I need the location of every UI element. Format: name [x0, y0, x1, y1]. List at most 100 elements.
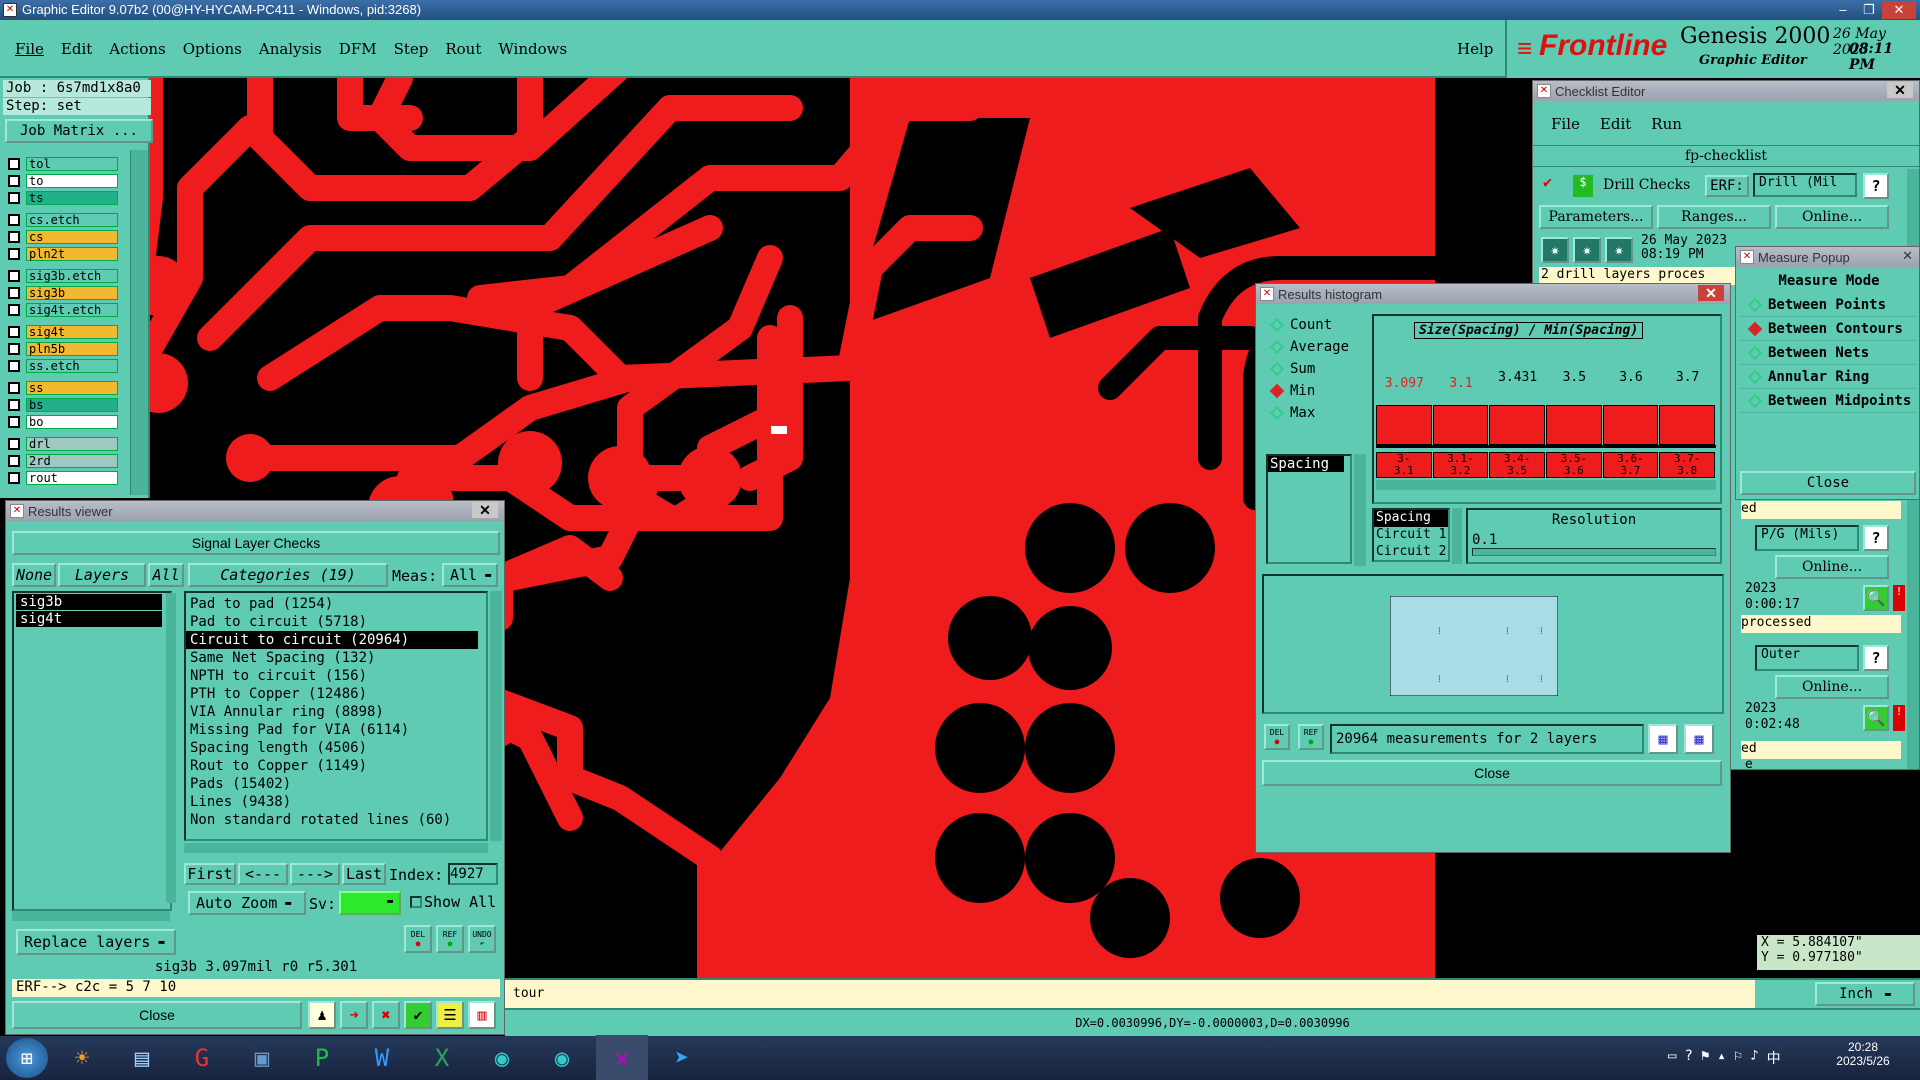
menu-step[interactable]: Step: [394, 40, 429, 58]
histogram-close-button[interactable]: Close: [1262, 760, 1722, 786]
menu-file[interactable]: File: [15, 40, 44, 58]
layer-row[interactable]: to: [0, 173, 128, 188]
layer-name[interactable]: to: [26, 173, 118, 188]
layer-row[interactable]: tol: [0, 156, 128, 171]
histogram-bar[interactable]: [1602, 405, 1659, 445]
category-item[interactable]: Pad to pad (1254): [186, 595, 486, 613]
stat-option[interactable]: Sum: [1262, 358, 1362, 380]
layer-row[interactable]: pln2t: [0, 246, 128, 261]
person-icon[interactable]: ♟: [308, 1001, 336, 1029]
layer-row[interactable]: 2rd: [0, 453, 128, 468]
menu-options[interactable]: Options: [183, 40, 242, 58]
menu-windows[interactable]: Windows: [498, 40, 567, 58]
excel-icon[interactable]: X: [416, 1035, 468, 1080]
genesis-icon[interactable]: ◉: [536, 1035, 588, 1080]
prev-button[interactable]: <---: [238, 863, 288, 885]
layer-checkbox[interactable]: [8, 230, 20, 243]
arrow-up-icon[interactable]: ▴: [1717, 1048, 1725, 1068]
radio-icon[interactable]: [1269, 317, 1285, 333]
category-item[interactable]: Spacing length (4506): [186, 739, 486, 757]
layer-row[interactable]: ss.etch: [0, 358, 128, 373]
category-item[interactable]: NPTH to circuit (156): [186, 667, 486, 685]
parameters-button[interactable]: Parameters...: [1539, 205, 1653, 229]
next-button[interactable]: --->: [290, 863, 340, 885]
pads-icon[interactable]: P: [296, 1035, 348, 1080]
layer-row[interactable]: cs: [0, 229, 128, 244]
layer-name[interactable]: 2rd: [26, 453, 118, 468]
layer-row[interactable]: bo: [0, 414, 128, 429]
histogram-bar[interactable]: [1659, 405, 1715, 445]
clock[interactable]: 20:28 2023/5/26: [1828, 1040, 1898, 1068]
chart-view-icon[interactable]: ▦: [1648, 724, 1678, 754]
start-button[interactable]: ⊞: [6, 1038, 48, 1078]
radio-icon[interactable]: [1269, 383, 1285, 399]
layer-row[interactable]: bs: [0, 397, 128, 412]
last-button[interactable]: Last: [342, 863, 386, 885]
layer-checkbox[interactable]: [8, 437, 20, 450]
category-item[interactable]: Pads (15402): [186, 775, 486, 793]
radio-icon[interactable]: [1269, 339, 1285, 355]
job-matrix-button[interactable]: Job Matrix ...: [5, 119, 153, 143]
help-button[interactable]: ?: [1863, 173, 1889, 199]
layer-name[interactable]: pln5b: [26, 341, 118, 356]
foxit-icon[interactable]: G: [176, 1035, 228, 1080]
layer-name[interactable]: bo: [26, 414, 118, 429]
help-button[interactable]: ?: [1863, 645, 1889, 671]
menu-edit[interactable]: Edit: [61, 40, 92, 58]
layer-row[interactable]: ss: [0, 380, 128, 395]
index-input[interactable]: [448, 863, 498, 885]
layer-checkbox[interactable]: [8, 286, 20, 299]
del-button[interactable]: DEL●: [1264, 724, 1290, 750]
units-dropdown[interactable]: Inch ▬: [1815, 982, 1915, 1006]
cross-icon[interactable]: ✖: [372, 1001, 400, 1029]
stat-option[interactable]: Count: [1262, 314, 1362, 336]
measure-mode-option[interactable]: Between Nets: [1740, 341, 1916, 365]
layer-name[interactable]: ss: [26, 380, 118, 395]
menu-analysis[interactable]: Analysis: [259, 40, 322, 58]
layer-checkbox[interactable]: [8, 415, 20, 428]
category-item[interactable]: Non standard rotated lines (60): [186, 811, 486, 829]
ranges-button[interactable]: Ranges...: [1657, 205, 1771, 229]
checklist-menu-file[interactable]: File: [1551, 115, 1580, 133]
radio-icon[interactable]: [1747, 321, 1763, 336]
layer-name[interactable]: cs: [26, 229, 118, 244]
severity-color-dropdown[interactable]: ▬: [339, 891, 401, 915]
layer-hscrollbar[interactable]: [12, 911, 170, 921]
layer-checkbox[interactable]: [8, 398, 20, 411]
layer-checkbox[interactable]: [8, 191, 20, 204]
arrow-icon[interactable]: ➜: [340, 1001, 368, 1029]
report-icon[interactable]: ☰: [436, 1001, 464, 1029]
radio-icon[interactable]: [1747, 393, 1763, 408]
speaker-icon[interactable]: ♪: [1750, 1048, 1758, 1068]
layer-list-scrollbar[interactable]: [166, 593, 176, 903]
category-item[interactable]: Pad to circuit (5718): [186, 613, 486, 631]
histogram-bar[interactable]: [1489, 405, 1545, 445]
flag-icon[interactable]: ⚐: [1734, 1048, 1742, 1068]
category-list[interactable]: Pad to pad (1254) Pad to circuit (5718) Ci…: [184, 591, 488, 841]
attribute-scrollbar[interactable]: [1452, 508, 1462, 564]
radio-icon[interactable]: [1747, 369, 1763, 384]
close-icon[interactable]: ✕: [1698, 285, 1724, 301]
outer-field[interactable]: Outer: [1755, 645, 1859, 671]
categories-button[interactable]: Categories (19): [188, 563, 388, 587]
measure-mode-option[interactable]: Between Midpoints: [1740, 389, 1916, 413]
run-icon[interactable]: ✷: [1573, 237, 1601, 263]
check-icon[interactable]: ✔: [404, 1001, 432, 1029]
stat-option[interactable]: Average: [1262, 336, 1362, 358]
menu-actions[interactable]: Actions: [109, 40, 165, 58]
network-icon[interactable]: ▭: [1668, 1048, 1676, 1068]
layer-name[interactable]: ss.etch: [26, 358, 118, 373]
layer-name[interactable]: ts: [26, 190, 118, 205]
erf-value-field[interactable]: Drill (Mil: [1753, 173, 1857, 197]
zoom-icon[interactable]: 🔍: [1863, 585, 1889, 611]
chart-icon[interactable]: ▥: [468, 1001, 496, 1029]
category-item[interactable]: Circuit to circuit (20964): [186, 631, 478, 649]
xterm-icon[interactable]: ✕: [596, 1035, 648, 1080]
chart-hscrollbar[interactable]: [1376, 480, 1716, 490]
run-icon[interactable]: ✷: [1541, 237, 1569, 263]
attribute-list[interactable]: Spacing Circuit 1 Circuit 2: [1372, 508, 1450, 562]
layer-checkbox[interactable]: [8, 471, 20, 484]
radio-icon[interactable]: [1269, 361, 1285, 377]
radio-icon[interactable]: [1269, 405, 1285, 421]
close-icon[interactable]: ✕: [472, 502, 498, 518]
